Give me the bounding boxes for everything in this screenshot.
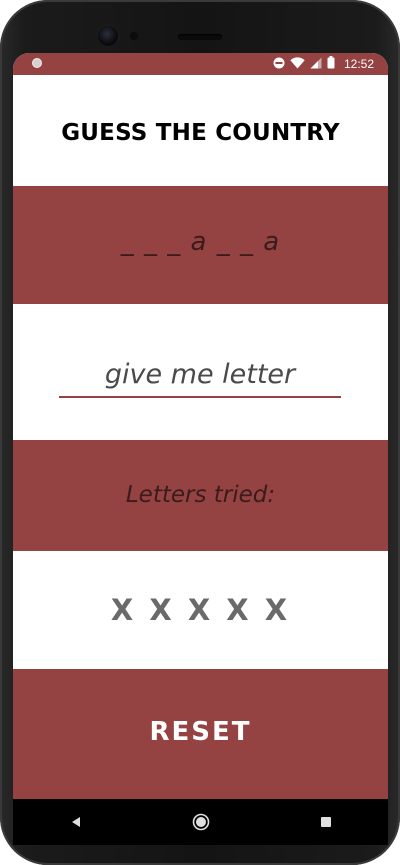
page-title: GUESS THE COUNTRY: [61, 119, 340, 146]
signal-icon: [310, 57, 322, 72]
masked-word: _ _ _ a _ _ a: [120, 227, 281, 257]
letter-input-band: [13, 304, 388, 440]
tried-letters-band: X X X X X: [13, 551, 388, 669]
app-screen: 12:52 GUESS THE COUNTRY _ _ _ a _ _ a Le…: [13, 53, 388, 799]
letter-input[interactable]: [59, 352, 341, 398]
front-camera: [98, 26, 118, 46]
letters-tried-label: Letters tried:: [125, 481, 276, 508]
reset-button-label: RESET: [149, 717, 252, 747]
masked-word-band: _ _ _ a _ _ a: [13, 186, 388, 304]
dnd-icon: [273, 57, 285, 72]
battery-icon: [327, 56, 335, 72]
status-time: 12:52: [343, 57, 374, 71]
letters-tried-band: Letters tried:: [13, 440, 388, 551]
phone-frame: 12:52 GUESS THE COUNTRY _ _ _ a _ _ a Le…: [0, 0, 400, 865]
recents-icon[interactable]: [296, 799, 356, 845]
proximity-sensor: [130, 32, 138, 40]
tried-letters: X X X X X: [110, 593, 291, 627]
navigation-bar: [13, 799, 388, 845]
title-band: GUESS THE COUNTRY: [13, 75, 388, 186]
status-bar: 12:52: [13, 53, 388, 75]
status-icons: 12:52: [273, 56, 374, 72]
earpiece-speaker: [178, 34, 222, 40]
back-icon[interactable]: [46, 799, 106, 845]
reset-button[interactable]: RESET: [13, 669, 388, 799]
notification-icon: [32, 58, 42, 68]
home-icon[interactable]: [171, 799, 231, 845]
wifi-icon: [290, 56, 305, 72]
